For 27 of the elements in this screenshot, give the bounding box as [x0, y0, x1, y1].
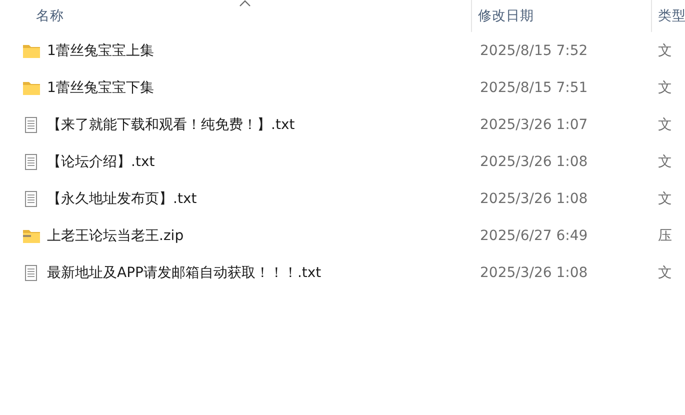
file-name[interactable]: 1蕾丝兔宝宝上集	[47, 42, 154, 60]
document-icon	[22, 264, 40, 282]
modified-date: 2025/3/26 1:08	[480, 190, 588, 206]
file-type: 压	[658, 226, 672, 244]
file-name[interactable]: 【来了就能下载和观看！纯免费！】.txt	[47, 116, 295, 134]
modified-date: 2025/6/27 6:49	[480, 228, 588, 244]
file-type: 文	[658, 116, 672, 134]
file-type: 文	[658, 264, 672, 282]
document-icon	[22, 190, 40, 208]
document-icon	[22, 152, 40, 170]
document-icon	[22, 116, 40, 134]
modified-date: 2025/3/26 1:08	[480, 264, 588, 280]
file-type: 文	[658, 78, 672, 96]
column-header[interactable]: 名称	[36, 7, 64, 25]
file-type: 文	[658, 190, 672, 208]
file-name[interactable]: 1蕾丝兔宝宝下集	[47, 78, 154, 96]
modified-date: 2025/3/26 1:07	[480, 116, 588, 132]
column-header[interactable]: 修改日期	[478, 7, 534, 25]
file-name[interactable]: 最新地址及APP请发邮箱自动获取！！！.txt	[47, 264, 322, 282]
file-type: 文	[658, 152, 672, 170]
modified-date: 2025/8/15 7:52	[480, 42, 588, 58]
modified-date: 2025/8/15 7:51	[480, 80, 588, 96]
modified-date: 2025/3/26 1:08	[480, 154, 588, 170]
file-name[interactable]: 上老王论坛当老王.zip	[47, 226, 184, 244]
file-type: 文	[658, 42, 672, 60]
file-name[interactable]: 【论坛介绍】.txt	[47, 152, 155, 170]
file-name[interactable]: 【永久地址发布页】.txt	[47, 190, 197, 208]
